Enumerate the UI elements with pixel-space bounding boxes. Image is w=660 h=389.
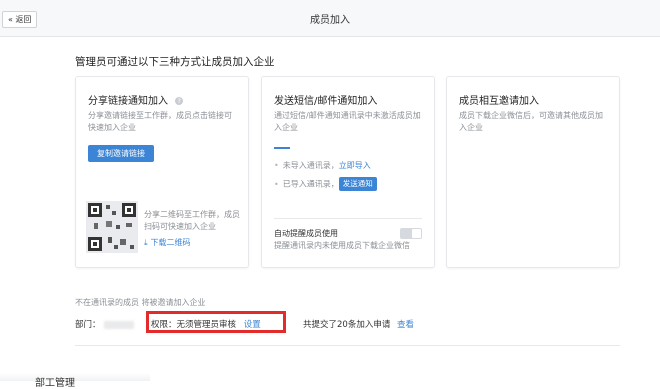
divider xyxy=(274,218,422,219)
sms-email-card: 发送短信/邮件通知加入 通过短信/邮件通知通讯录中未激活成员加入企业 • 未导入通… xyxy=(261,76,435,268)
mutual-invite-title: 成员相互邀请加入 xyxy=(459,96,539,107)
share-link-card: 分享链接通知加入 ? 分享邀请链接至工作群，成员点击链接可快速加入企业 复制邀请… xyxy=(75,76,249,268)
auto-remind-hint: 提醒通讯录内未使用成员下载企业微信 xyxy=(274,241,410,250)
copy-invite-link-button[interactable]: 复制邀请链接 xyxy=(88,145,154,162)
sms-email-title: 发送短信/邮件通知加入 xyxy=(274,96,378,107)
qr-desc: 分享二维码至工作群，成员扫码可快速加入企业 xyxy=(144,210,240,231)
permission-row: 权限：无须管理员审核 设置 xyxy=(151,318,261,330)
page-title: 成员加入 xyxy=(310,15,350,26)
department-value-blurred xyxy=(103,320,134,329)
view-submissions-link[interactable]: 查看 xyxy=(397,320,414,330)
help-icon[interactable]: ? xyxy=(175,97,184,105)
department-row: 部门： xyxy=(75,318,134,330)
mutual-invite-desc: 成员下载企业微信后，可邀请其他成员加入企业 xyxy=(459,111,603,132)
permission-label: 权限：无须管理员审核 xyxy=(151,320,237,330)
bottom-panel-edge xyxy=(0,373,150,381)
auto-remind-toggle[interactable] xyxy=(400,228,422,239)
sms-email-desc: 通过短信/邮件通知通讯录中未激活成员加入企业 xyxy=(274,111,421,132)
download-qr-label: 下载二维码 xyxy=(150,238,191,247)
imported-row: • 已导入通讯录， 发送通知 xyxy=(274,177,377,191)
mutual-invite-card: 成员相互邀请加入 成员下载企业微信后，可邀请其他成员加入企业 xyxy=(446,76,620,268)
auto-remind-label: 自动提醒成员使用 xyxy=(274,229,338,238)
section-divider xyxy=(75,345,620,346)
send-notice-button[interactable]: 发送通知 xyxy=(338,177,377,191)
card-title: 分享链接通知加入 ? xyxy=(88,92,184,107)
import-now-link[interactable]: 立即导入 xyxy=(339,161,371,170)
qr-code-icon xyxy=(86,201,138,253)
accent-divider xyxy=(274,147,290,149)
unimported-label: 未导入通讯录， xyxy=(282,161,339,170)
department-label: 部门： xyxy=(75,320,101,330)
bottom-partial-heading: 部工管理 xyxy=(35,378,75,389)
unimported-row: • 未导入通讯录，立即导入 xyxy=(274,160,371,171)
submissions-label: 共提交了20条加入申请 xyxy=(303,320,391,330)
imported-label: 已导入通讯录， xyxy=(282,179,339,189)
share-link-title: 分享链接通知加入 xyxy=(88,96,168,107)
download-icon: ⤓ xyxy=(144,238,148,247)
bullet-icon: • xyxy=(274,179,279,189)
permission-settings-link[interactable]: 设置 xyxy=(244,320,261,330)
download-qr-link[interactable]: ⤓ 下载二维码 xyxy=(144,237,191,248)
share-link-desc: 分享邀请链接至工作群，成员点击链接可快速加入企业 xyxy=(88,111,232,132)
outside-contacts-note: 不在通讯录的成员 将被邀请加入企业 xyxy=(75,298,206,307)
toggle-knob xyxy=(412,229,421,238)
headline: 管理员可通过以下三种方式让成员加入企业 xyxy=(75,56,275,68)
top-bar: « 返回 成员加入 xyxy=(0,0,660,37)
submissions-row: 共提交了20条加入申请 查看 xyxy=(303,318,414,330)
bullet-icon: • xyxy=(274,161,279,170)
